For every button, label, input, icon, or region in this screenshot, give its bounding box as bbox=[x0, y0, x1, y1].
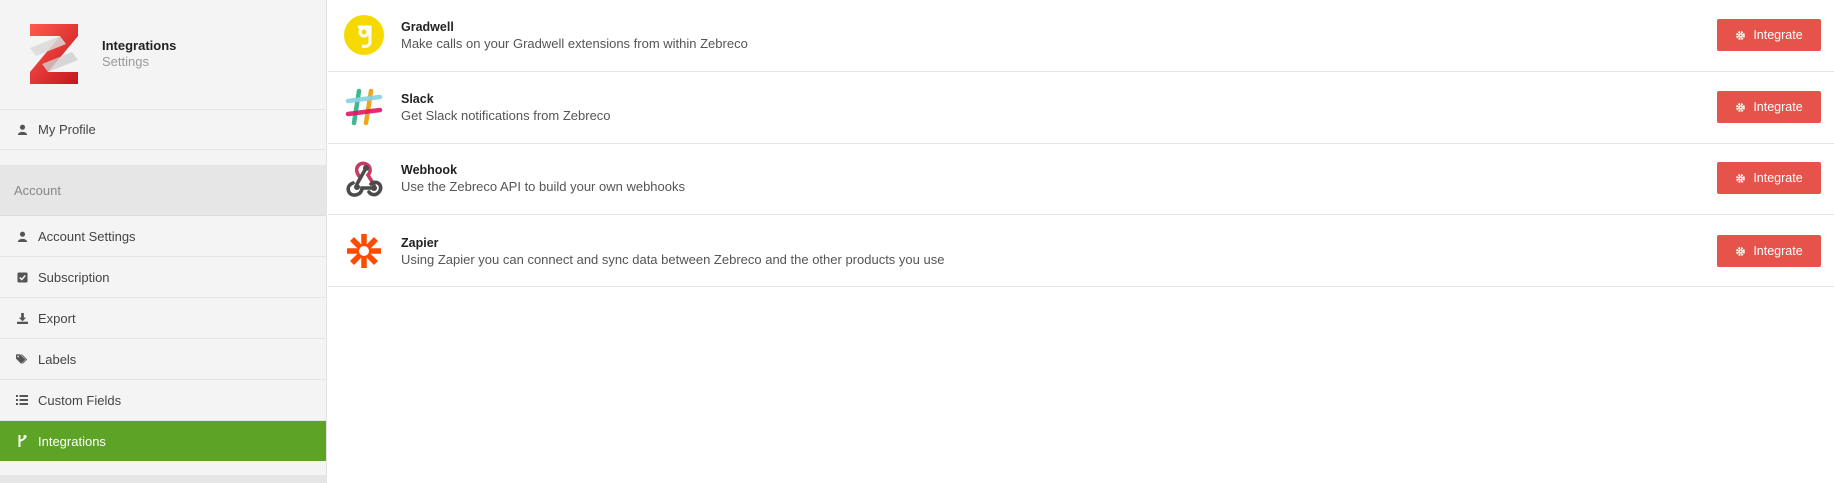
integrate-button-label: Integrate bbox=[1753, 244, 1803, 258]
integrate-button-label: Integrate bbox=[1753, 100, 1803, 114]
gear-icon bbox=[1735, 102, 1746, 113]
page-subtitle: Settings bbox=[102, 54, 149, 69]
integration-row-webhook: Webhook Use the Zebreco API to build you… bbox=[328, 144, 1834, 215]
integration-row-zapier: Zapier Using Zapier you can connect and … bbox=[328, 215, 1834, 287]
gear-icon bbox=[1735, 246, 1746, 257]
sidebar: Integrations Settings My Profile Account… bbox=[0, 0, 327, 483]
sidebar-item-labels[interactable]: Labels bbox=[0, 339, 326, 380]
integrate-webhook-button[interactable]: Integrate bbox=[1717, 162, 1821, 194]
sidebar-item-label: Subscription bbox=[38, 269, 110, 285]
user-icon bbox=[16, 230, 28, 242]
code-fork-icon bbox=[16, 435, 28, 447]
page-title: Integrations bbox=[102, 38, 177, 53]
sidebar-item-my-profile[interactable]: My Profile bbox=[0, 110, 326, 150]
user-icon bbox=[16, 124, 28, 136]
integration-description: Use the Zebreco API to build your own we… bbox=[401, 179, 685, 194]
brand-header: Integrations Settings bbox=[0, 0, 326, 110]
zebreco-logo-icon bbox=[30, 24, 78, 84]
integrate-gradwell-button[interactable]: Integrate bbox=[1717, 19, 1821, 51]
integration-description: Make calls on your Gradwell extensions f… bbox=[401, 36, 748, 51]
integration-description: Using Zapier you can connect and sync da… bbox=[401, 252, 945, 267]
integration-description: Get Slack notifications from Zebreco bbox=[401, 108, 611, 123]
sidebar-item-label: Labels bbox=[38, 351, 77, 367]
integration-name: Slack bbox=[401, 92, 434, 106]
integration-name: Zapier bbox=[401, 236, 439, 250]
sidebar-item-subscription[interactable]: Subscription bbox=[0, 257, 326, 298]
integrate-button-label: Integrate bbox=[1753, 28, 1803, 42]
integration-row-gradwell: Gradwell Make calls on your Gradwell ext… bbox=[328, 0, 1834, 72]
gear-icon bbox=[1735, 30, 1746, 41]
list-icon bbox=[16, 394, 28, 406]
download-icon bbox=[16, 312, 28, 324]
gear-icon bbox=[1735, 173, 1746, 184]
zapier-logo-icon bbox=[347, 234, 381, 268]
divider bbox=[0, 150, 326, 166]
sidebar-item-custom-fields[interactable]: Custom Fields bbox=[0, 380, 326, 421]
sidebar-section-account: Account bbox=[0, 166, 326, 216]
sidebar-item-label: Account Settings bbox=[38, 228, 136, 244]
sidebar-footer-strip bbox=[0, 475, 327, 483]
sidebar-item-label: Export bbox=[38, 310, 76, 326]
integrate-slack-button[interactable]: Integrate bbox=[1717, 91, 1821, 123]
webhook-logo-icon bbox=[346, 161, 383, 197]
tags-icon bbox=[16, 353, 28, 365]
integration-row-slack: Slack Get Slack notifications from Zebre… bbox=[328, 72, 1834, 144]
integration-name: Webhook bbox=[401, 163, 458, 177]
integrate-button-label: Integrate bbox=[1753, 171, 1803, 185]
sidebar-item-integrations[interactable]: Integrations bbox=[0, 421, 326, 461]
slack-logo-icon bbox=[345, 88, 383, 126]
sidebar-item-label: Integrations bbox=[38, 433, 106, 449]
sidebar-item-label: My Profile bbox=[38, 122, 96, 137]
integrations-list: Gradwell Make calls on your Gradwell ext… bbox=[328, 0, 1834, 287]
sidebar-item-account-settings[interactable]: Account Settings bbox=[0, 216, 326, 257]
gradwell-logo-icon bbox=[344, 15, 384, 55]
sidebar-item-export[interactable]: Export bbox=[0, 298, 326, 339]
integrate-zapier-button[interactable]: Integrate bbox=[1717, 235, 1821, 267]
integration-name: Gradwell bbox=[401, 20, 454, 34]
sidebar-item-label: Custom Fields bbox=[38, 392, 122, 408]
check-square-icon bbox=[16, 271, 28, 283]
